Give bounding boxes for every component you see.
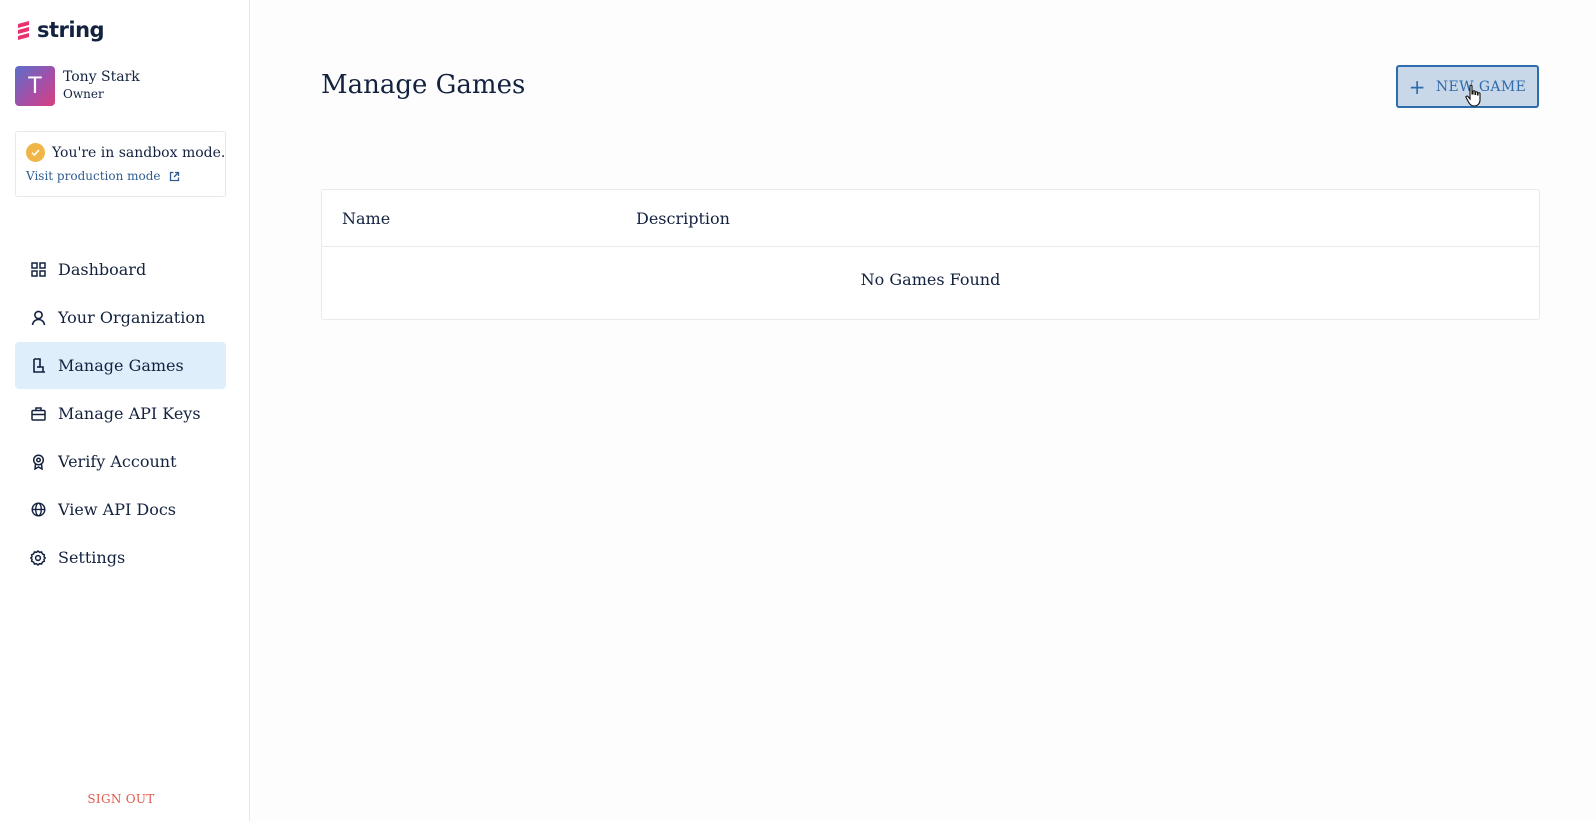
sidebar-item-dashboard[interactable]: Dashboard [15,246,226,293]
sidebar-item-label: View API Docs [58,500,176,519]
table-header: Name Description [322,190,1539,247]
game-icon [30,358,46,374]
avatar: T [15,66,55,106]
visit-production-link[interactable]: Visit production mode [26,169,180,183]
user-profile[interactable]: T Tony Stark Owner [15,66,140,106]
user-icon [30,310,46,326]
games-table: Name Description No Games Found [321,189,1540,320]
sandbox-notice: You're in sandbox mode. Visit production… [15,131,226,197]
user-name: Tony Stark [63,69,140,85]
empty-state-message: No Games Found [860,270,1001,289]
pointer-cursor-icon [1465,84,1481,107]
sidebar-item-settings[interactable]: Settings [15,534,226,581]
sidebar-item-label: Manage Games [58,356,184,375]
grid-icon [30,262,46,278]
external-link-icon [169,171,179,181]
plus-icon: + [1408,74,1426,99]
sidebar-item-verify-account[interactable]: Verify Account [15,438,226,485]
sidebar-item-your-organization[interactable]: Your Organization [15,294,226,341]
badge-icon [30,453,46,470]
visit-production-label: Visit production mode [26,169,161,183]
user-role: Owner [63,87,104,101]
string-logo-icon [18,21,29,40]
check-circle-icon [26,143,45,162]
sidebar-item-label: Settings [58,548,126,567]
sidebar: string T Tony Stark Owner You're in sand… [0,0,250,821]
globe-icon [30,502,46,518]
sidebar-item-label: Your Organization [58,308,206,327]
column-header-description[interactable]: Description [636,209,730,228]
sidebar-item-manage-api-keys[interactable]: Manage API Keys [15,390,226,437]
column-header-name[interactable]: Name [342,209,390,228]
sidebar-item-manage-games[interactable]: Manage Games [15,342,226,389]
gear-icon [30,549,46,566]
sidebar-item-label: Dashboard [58,260,147,279]
logo-text: string [37,18,105,42]
sign-out-button[interactable]: SIGN OUT [0,792,242,806]
string-logo[interactable]: string [15,18,105,42]
sidebar-item-view-api-docs[interactable]: View API Docs [15,486,226,533]
briefcase-icon [30,406,46,422]
sidebar-item-label: Verify Account [58,452,177,471]
sandbox-message: You're in sandbox mode. [52,144,226,161]
sidebar-nav: Dashboard Your Organization Manage Games [15,246,226,582]
sidebar-item-label: Manage API Keys [58,404,201,423]
page-title: Manage Games [321,70,526,100]
